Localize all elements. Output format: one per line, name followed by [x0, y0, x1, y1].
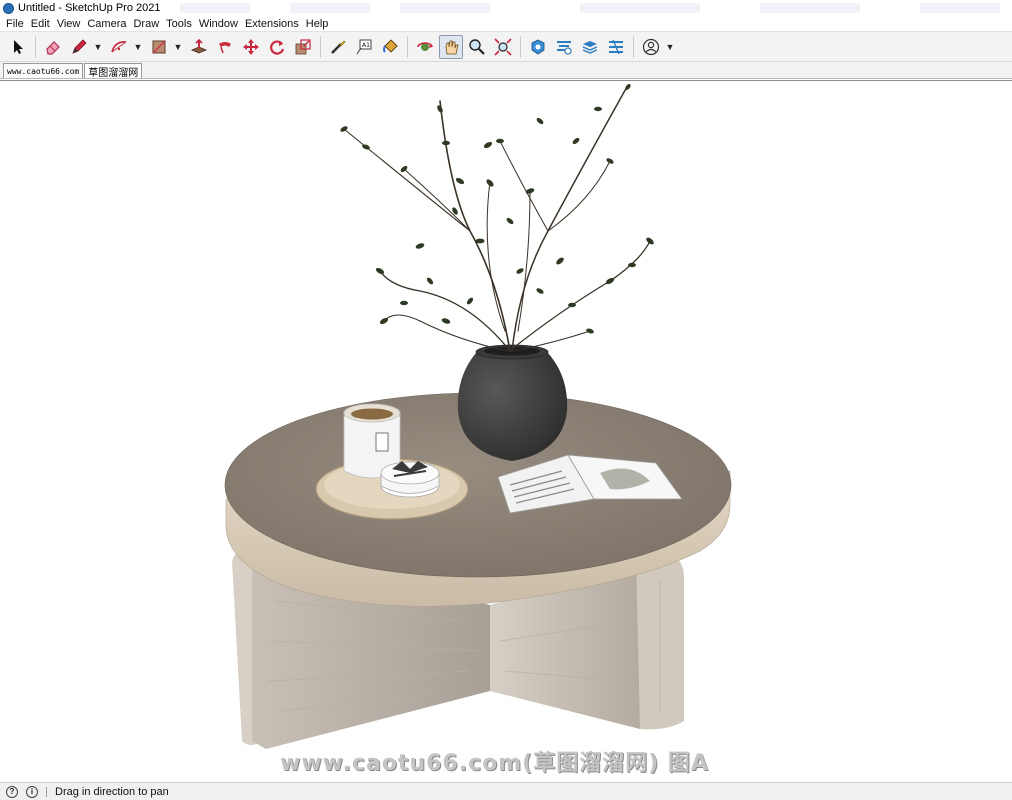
tape-measure-tool-button[interactable]	[326, 35, 350, 59]
title-bar: Untitled - SketchUp Pro 2021	[0, 0, 1012, 16]
select-tool-button[interactable]	[6, 35, 30, 59]
zoom-tool-button[interactable]	[465, 35, 489, 59]
geolocation-icon[interactable]: ?	[6, 785, 18, 798]
follow-me-icon	[219, 41, 231, 53]
menu-draw[interactable]: Draw	[131, 18, 164, 30]
paint-bucket-icon	[383, 38, 398, 53]
menu-help[interactable]: Help	[304, 18, 334, 30]
rotate-tool-button[interactable]	[265, 35, 289, 59]
menu-extensions[interactable]: Extensions	[243, 18, 304, 30]
dried-branches	[343, 84, 651, 352]
3d-warehouse-button[interactable]	[526, 35, 550, 59]
coffee-table-model	[224, 84, 732, 749]
background-tab	[400, 3, 490, 13]
push-pull-icon	[190, 38, 208, 53]
rectangle-tool-button[interactable]	[147, 35, 171, 59]
eraser-tool-button[interactable]	[41, 35, 65, 59]
text-tool-button[interactable]: A1	[352, 35, 376, 59]
status-divider	[46, 786, 47, 797]
scene-tab[interactable]: www.caotu66.com	[3, 63, 84, 78]
push-pull-tool-button[interactable]	[187, 35, 211, 59]
scene-tab-label: www.caotu66.com	[7, 66, 80, 76]
extension-manager-icon	[609, 39, 623, 54]
3d-warehouse-icon	[531, 39, 545, 54]
pencil-line-icon	[72, 38, 87, 54]
status-bar: ? i Drag in direction to pan	[0, 782, 1012, 800]
tape-measure-icon	[331, 40, 346, 54]
background-tab	[180, 3, 250, 13]
sketchup-logo-icon	[3, 2, 14, 14]
scene-tabs: www.caotu66.com 草图溜溜网	[0, 62, 1012, 79]
toolbar-separator	[320, 35, 321, 58]
background-tab	[580, 3, 700, 13]
model-viewport[interactable]: www.caotu66.com(草图溜溜网) 图A	[0, 80, 1012, 782]
toolbar-separator	[633, 35, 634, 58]
extension-warehouse-icon	[557, 40, 572, 55]
move-icon	[243, 38, 259, 55]
follow-me-tool-button[interactable]	[213, 35, 237, 59]
status-message: Drag in direction to pan	[55, 785, 169, 798]
toolbar-separator	[35, 35, 36, 58]
zoom-extents-icon	[494, 37, 512, 56]
toolbar-separator	[407, 35, 408, 58]
svg-text:A1: A1	[362, 42, 370, 49]
scene-tab[interactable]: 草图溜溜网	[84, 63, 143, 79]
menu-edit[interactable]: Edit	[29, 18, 55, 30]
menu-file[interactable]: File	[4, 18, 29, 30]
menu-camera[interactable]: Camera	[85, 18, 131, 30]
background-tab	[760, 3, 860, 13]
orbit-tool-button[interactable]	[413, 35, 437, 59]
account-button[interactable]	[639, 35, 663, 59]
account-icon	[642, 38, 660, 55]
background-tab	[920, 3, 1000, 13]
rotate-icon	[270, 39, 285, 55]
menu-window[interactable]: Window	[197, 18, 243, 30]
zoom-icon	[469, 38, 485, 55]
menu-bar: File Edit View Camera Draw Tools Window …	[0, 16, 1012, 32]
paint-bucket-tool-button[interactable]	[378, 35, 402, 59]
rectangle-icon	[152, 40, 166, 53]
arc-icon	[111, 40, 127, 52]
line-tool-dropdown[interactable]: ▼	[93, 35, 103, 59]
eraser-icon	[46, 40, 60, 55]
select-icon	[14, 39, 23, 54]
account-dropdown[interactable]: ▼	[665, 35, 675, 59]
scale-icon	[295, 38, 311, 54]
extension-warehouse-button[interactable]	[552, 35, 576, 59]
window-title: Untitled - SketchUp Pro 2021	[18, 2, 161, 14]
background-tab	[290, 3, 370, 13]
scene-tab-label: 草图溜溜网	[88, 67, 139, 79]
text-icon: A1	[356, 39, 372, 54]
gift-box	[380, 461, 440, 498]
info-icon[interactable]: i	[26, 785, 38, 798]
layout-icon	[582, 40, 598, 54]
scale-tool-button[interactable]	[291, 35, 315, 59]
watermark-text: www.caotu66.com(草图溜溜网) 图A	[280, 751, 709, 776]
main-toolbar: ▼ ▼ ▼ A1 ▼	[0, 32, 1012, 62]
orbit-icon	[417, 41, 433, 51]
zoom-extents-tool-button[interactable]	[491, 35, 515, 59]
move-tool-button[interactable]	[239, 35, 263, 59]
arc-tool-dropdown[interactable]: ▼	[133, 35, 143, 59]
menu-view[interactable]: View	[55, 18, 86, 30]
rectangle-tool-dropdown[interactable]: ▼	[173, 35, 183, 59]
line-tool-button[interactable]	[67, 35, 91, 59]
menu-tools[interactable]: Tools	[164, 18, 197, 30]
pan-icon	[445, 40, 459, 54]
arc-tool-button[interactable]	[107, 35, 131, 59]
toolbar-separator	[520, 35, 521, 58]
pan-tool-button[interactable]	[439, 34, 463, 59]
vase	[457, 344, 568, 461]
layout-button[interactable]	[578, 35, 602, 59]
extension-manager-button[interactable]	[604, 35, 628, 59]
